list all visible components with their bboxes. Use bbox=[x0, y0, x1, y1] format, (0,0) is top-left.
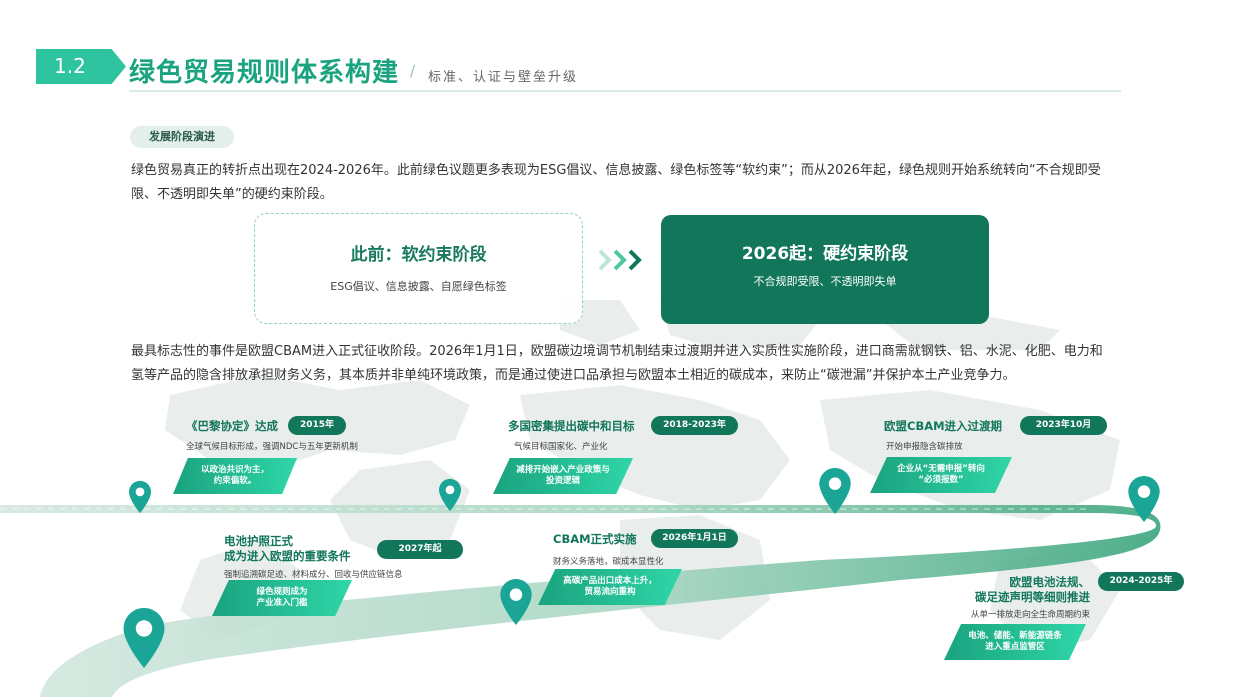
hard-card-desc: 不合规即受限、不透明即失单 bbox=[753, 275, 897, 288]
cbam-paragraph: 最具标志性的事件是欧盟CBAM进入正式征收阶段。2026年1月1日，欧盟碳边境调… bbox=[131, 340, 1131, 388]
event-callout: 企业从“无需申报”转向 “必须报数” bbox=[870, 457, 1012, 493]
event-cbam-implementation: CBAM正式实施 财务义务落地，碳成本显性化 bbox=[553, 532, 664, 567]
intro-paragraph: 绿色贸易真正的转折点出现在2024-2026年。此前绿色议题更多表现为ESG倡议… bbox=[131, 159, 1131, 207]
soft-card-desc: ESG倡议、信息披露、自愿绿色标签 bbox=[330, 280, 507, 293]
map-pin-icon bbox=[819, 468, 851, 514]
event-title: 欧盟CBAM进入过渡期 bbox=[884, 419, 1003, 433]
callout-line: 产业准入门槛 bbox=[256, 598, 308, 608]
event-title-line-1: 欧盟电池法规、 bbox=[1009, 575, 1091, 589]
event-callout: 减排开始嵌入产业政策与 投资逻辑 bbox=[493, 458, 633, 494]
event-title: 多国密集提出碳中和目标 bbox=[508, 419, 635, 433]
callout-line: 进入重点监管区 bbox=[985, 642, 1045, 652]
callout-line: 电池、储能、新能源链条 bbox=[968, 631, 1062, 641]
event-cbam-transition: 欧盟CBAM进入过渡期 开始申报隐含碳排放 bbox=[884, 419, 1002, 452]
callout-line: 投资逻辑 bbox=[545, 476, 580, 486]
callout-line: 以政治共识为主， bbox=[200, 465, 269, 475]
date-pill: 2018-2023年 bbox=[651, 416, 738, 435]
date-pill: 2023年10月 bbox=[1020, 416, 1107, 435]
event-title-line-2: 碳足迹声明等细则推进 bbox=[975, 590, 1090, 604]
event-desc: 从单一排放走向全生命周期约束 bbox=[970, 610, 1090, 620]
soft-constraint-card: 此前：软约束阶段 ESG倡议、信息披露、自愿绿色标签 bbox=[254, 213, 583, 324]
callout-line: 贸易流向重构 bbox=[584, 587, 636, 597]
event-title-line-1: 电池护照正式 bbox=[224, 534, 293, 548]
map-pin-icon bbox=[500, 579, 532, 625]
date-pill: 2026年1月1日 bbox=[651, 529, 738, 548]
intro-line-1: 绿色贸易真正的转折点出现在2024-2026年。此前绿色议题更多表现为ESG倡议… bbox=[131, 163, 1101, 178]
cbam-line-1: 最具标志性的事件是欧盟CBAM进入正式征收阶段。2026年1月1日，欧盟碳边境调… bbox=[131, 344, 1103, 359]
section-title: 绿色贸易规则体系构建 bbox=[129, 58, 400, 88]
event-battery-regulation: 欧盟电池法规、 碳足迹声明等细则推进 从单一排放走向全生命周期约束 bbox=[952, 575, 1090, 620]
hard-constraint-card: 2026起：硬约束阶段 不合规即受限、不透明即失单 bbox=[661, 215, 989, 324]
map-pin-icon bbox=[129, 480, 151, 514]
cbam-line-2: 氢等产品的隐含排放承担财务义务，其本质并非单纯环境政策，而是通过使进口品承担与欧… bbox=[131, 368, 1016, 383]
event-carbon-neutrality: 多国密集提出碳中和目标 气候目标国家化、产业化 bbox=[508, 419, 635, 452]
event-desc: 财务义务落地，碳成本显性化 bbox=[553, 557, 664, 567]
callout-line: 绿色规则成为 bbox=[256, 587, 308, 597]
section-subtitle: 标准、认证与壁垒升级 bbox=[428, 70, 579, 85]
event-callout: 电池、储能、新能源链条 进入重点监管区 bbox=[944, 624, 1086, 660]
hard-card-title: 2026起：硬约束阶段 bbox=[741, 244, 909, 264]
event-battery-passport: 电池护照正式 成为进入欧盟的重要条件 强制追溯碳足迹、材料成分、回收与供应链信息 bbox=[224, 534, 403, 580]
map-pin-icon bbox=[123, 608, 165, 668]
intro-line-2: 限、不透明即失单”的硬约束阶段。 bbox=[131, 187, 333, 202]
event-desc: 全球气候目标形成，强调NDC与五年更新机制 bbox=[186, 442, 358, 452]
date-pill: 2015年 bbox=[288, 416, 346, 435]
callout-line: 约束偏软。 bbox=[213, 476, 257, 486]
soft-card-title: 此前：软约束阶段 bbox=[350, 245, 487, 265]
event-title: CBAM正式实施 bbox=[553, 532, 637, 546]
event-desc: 开始申报隐含碳排放 bbox=[886, 442, 963, 452]
date-pill: 2024-2025年 bbox=[1098, 572, 1184, 591]
triple-chevron-right-icon bbox=[598, 249, 642, 271]
section-number-badge: 1.2 bbox=[36, 49, 126, 84]
event-desc: 气候目标国家化、产业化 bbox=[514, 442, 608, 452]
callout-line: 减排开始嵌入产业政策与 bbox=[516, 465, 610, 475]
callout-line: 企业从“无需申报”转向 bbox=[897, 464, 985, 474]
topic-tag: 发展阶段演进 bbox=[130, 126, 234, 148]
event-callout: 绿色规则成为 产业准入门槛 bbox=[212, 580, 352, 616]
map-pin-icon bbox=[1128, 476, 1160, 522]
event-desc: 强制追溯碳足迹、材料成分、回收与供应链信息 bbox=[224, 570, 403, 580]
event-title-line-2: 成为进入欧盟的重要条件 bbox=[224, 549, 351, 563]
callout-line: “必须报数” bbox=[918, 475, 964, 485]
event-callout: 以政治共识为主， 约束偏软。 bbox=[173, 458, 297, 494]
callout-line: 高碳产品出口成本上升， bbox=[563, 576, 657, 586]
header-divider bbox=[129, 90, 1121, 92]
event-callout: 高碳产品出口成本上升， 贸易流向重构 bbox=[538, 569, 682, 605]
date-pill: 2027年起 bbox=[377, 540, 463, 559]
title-separator: / bbox=[410, 62, 416, 80]
map-pin-icon bbox=[439, 478, 461, 512]
